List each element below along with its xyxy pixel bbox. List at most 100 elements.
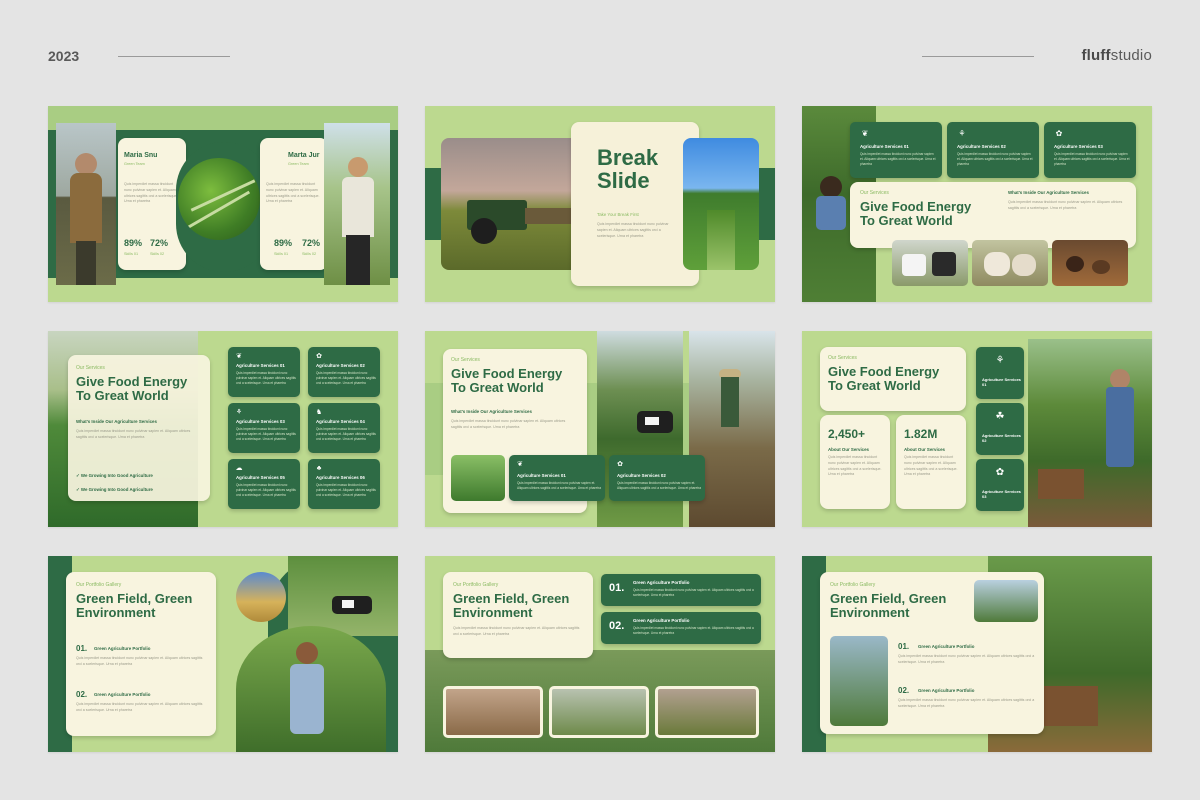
service-text: Quis imperdiet massa tincidunt nunc pulv… xyxy=(1054,152,1130,167)
item-text: Quis imperdiet massa tincidunt nunc pulv… xyxy=(898,654,1035,664)
service-card-01[interactable]: ❦ Agriculture Services 01 Quis imperdiet m… xyxy=(509,455,605,501)
section-tag: Our Portfolio Gallery xyxy=(830,582,876,588)
item-text: Quis imperdiet massa tincidunt nunc pulv… xyxy=(633,626,754,636)
services-text: Quis imperdiet massa tincidunt nunc pulv… xyxy=(1008,200,1123,210)
portfolio-title: Green Field, Green Environment xyxy=(830,591,947,620)
service-tile-3[interactable]: ✿ Agriculture Services 03 xyxy=(976,459,1024,511)
slide-team[interactable]: Maria Snu Green Team Quis imperdiet mass… xyxy=(48,106,398,302)
stat-number: 1.82M xyxy=(904,427,938,441)
slide-services-b[interactable]: Our Services Give Food Energy To Great Wo… xyxy=(48,331,398,527)
check-item: ✓ We Growing Into Good Agriculture xyxy=(76,473,153,478)
slide-services-a[interactable]: ❦ Agriculture Services 01 Quis imperdiet… xyxy=(802,106,1152,302)
service-card-05[interactable]: ☁ Agriculture Services 05 Quis imperdiet m… xyxy=(228,459,300,509)
page-header: 2023 fluffstudio xyxy=(0,0,1200,100)
service-card-06[interactable]: ♣ Agriculture Services 06 Quis imperdiet m… xyxy=(308,459,380,509)
team-card-right: Marta Jur Green Team Quis imperdiet mass… xyxy=(260,138,328,270)
break-text: Quis imperdiet massa tincidunt nunc pulv… xyxy=(597,222,669,238)
services-subheading: What's Inside Our Agriculture Services xyxy=(1008,190,1089,195)
item-number: 02. xyxy=(76,690,88,699)
slide-portfolio-b[interactable]: Our Portfolio Gallery Green Field, Green… xyxy=(425,556,775,752)
slide-services-c[interactable]: Our Services Give Food Energy To Great Wo… xyxy=(425,331,775,527)
plant-icon: ✿ xyxy=(617,461,623,468)
service-text: Quis imperdiet massa tincidunt nunc pulv… xyxy=(517,481,601,491)
member-name: Maria Snu xyxy=(124,152,158,159)
service-title: Agriculture Services 01 xyxy=(982,377,1021,387)
service-text: Quis imperdiet massa tincidunt nunc pulv… xyxy=(316,483,376,498)
tractor-small-photo xyxy=(655,686,759,738)
portfolio-text: Quis imperdiet massa tincidunt nunc pulv… xyxy=(453,626,580,636)
farmer-field-photo xyxy=(830,636,888,726)
service-title: Agriculture Services 01 xyxy=(236,363,285,368)
service-text: Quis imperdiet massa tincidunt nunc pulv… xyxy=(236,427,296,442)
portfolio-title: Green Field, Green Environment xyxy=(453,591,570,620)
forest-photo xyxy=(974,580,1038,622)
service-title: Agriculture Services 01 xyxy=(517,473,566,478)
portfolio-item-01[interactable]: 01. Green Agriculture Portfolio Quis imp… xyxy=(601,574,761,606)
leaf-icon: ❦ xyxy=(517,461,523,468)
plant-icon: ✿ xyxy=(1055,128,1063,138)
service-card-03[interactable]: ✿ Agriculture Services 03 Quis imperdiet… xyxy=(1044,122,1136,178)
leaf-icon: ❦ xyxy=(236,353,242,360)
slide-stats[interactable]: Our Services Give Food Energy To Great Wo… xyxy=(802,331,1152,527)
service-card-02[interactable]: ✿ Agriculture Services 02 Quis imperdiet m… xyxy=(308,347,380,397)
slide-break[interactable]: Break Slide Take Your Break First Quis im… xyxy=(425,106,775,302)
break-title: Break Slide xyxy=(597,145,659,194)
hand-plant-icon: ☘ xyxy=(995,410,1005,422)
service-title: Agriculture Services 03 xyxy=(1054,144,1103,149)
stat-label: About Our Services xyxy=(828,447,869,452)
portfolio-title: Green Field, Green Environment xyxy=(76,591,193,620)
break-tagline: Take Your Break First xyxy=(597,212,639,217)
section-tag: Our Portfolio Gallery xyxy=(76,582,122,588)
member-name: Marta Jur xyxy=(288,152,320,159)
service-card-03[interactable]: ⚘ Agriculture Services 03 Quis imperdiet m… xyxy=(228,403,300,453)
plant-icon: ✿ xyxy=(316,353,322,360)
leaf-icon: ❦ xyxy=(861,128,869,138)
service-title: Agriculture Services 06 xyxy=(316,475,365,480)
service-text: Quis imperdiet massa tincidunt nunc pulv… xyxy=(316,427,376,442)
item-title: Green Agriculture Portfolio xyxy=(94,646,151,651)
services-text: Quis imperdiet massa tincidunt nunc pulv… xyxy=(76,429,191,439)
service-card-02[interactable]: ✿ Agriculture Services 02 Quis imperdiet m… xyxy=(609,455,705,501)
cow-icon: ♞ xyxy=(315,409,323,416)
sprout-icon: ⚘ xyxy=(995,354,1005,366)
skill-stat-a: 89% xyxy=(124,238,143,248)
services-subheading: What's Inside Our Agriculture Services xyxy=(76,419,157,424)
member-bio: Quis imperdiet massa tincidunt nunc pulv… xyxy=(266,182,320,204)
sprout-icon: ⚘ xyxy=(958,128,966,138)
sheep-icon: ☁ xyxy=(235,465,243,472)
stat-label: About Our Services xyxy=(904,447,945,452)
skill-label: Skills 02 xyxy=(302,252,317,256)
item-number: 01. xyxy=(898,642,910,651)
service-text: Quis imperdiet massa tincidunt nunc pulv… xyxy=(316,371,376,386)
service-card-04[interactable]: ♞ Agriculture Services 04 Quis imperdiet m… xyxy=(308,403,380,453)
service-tile-2[interactable]: ☘ Agriculture Services 02 xyxy=(976,403,1024,455)
item-number: 01. xyxy=(76,644,88,653)
service-text: Quis imperdiet massa tincidunt nunc pulv… xyxy=(236,483,296,498)
section-tag: Our Services xyxy=(76,365,105,371)
service-card-01[interactable]: ❦ Agriculture Services 01 Quis imperdiet… xyxy=(850,122,942,178)
item-title: Green Agriculture Portfolio xyxy=(94,692,151,697)
slide-portfolio-c[interactable]: Our Portfolio Gallery Green Field, Green… xyxy=(802,556,1152,752)
item-title: Green Agriculture Portfolio xyxy=(633,618,690,623)
item-number: 01. xyxy=(609,582,625,594)
item-title: Green Agriculture Portfolio xyxy=(918,688,975,693)
skill-label: Skills 01 xyxy=(124,252,139,256)
service-title: Agriculture Services 02 xyxy=(982,433,1021,443)
member-bio: Quis imperdiet massa tincidunt nunc pulv… xyxy=(124,182,178,204)
portfolio-card: Our Portfolio Gallery Green Field, Green… xyxy=(820,572,1044,734)
portfolio-item-02[interactable]: 02. Green Agriculture Portfolio Quis imp… xyxy=(601,612,761,644)
slide-portfolio-a[interactable]: Our Portfolio Gallery Green Field, Green… xyxy=(48,556,398,752)
service-card-02[interactable]: ⚘ Agriculture Services 02 Quis imperdiet… xyxy=(947,122,1039,178)
services-title: Give Food Energy To Great World xyxy=(76,374,188,403)
field-path-photo xyxy=(683,138,759,270)
skill-label: Skills 01 xyxy=(274,252,289,256)
service-tile-1[interactable]: ⚘ Agriculture Services 01 xyxy=(976,347,1024,399)
girl-field-photo xyxy=(451,455,505,501)
item-number: 02. xyxy=(609,620,625,632)
item-title: Green Agriculture Portfolio xyxy=(918,644,975,649)
header-divider-left xyxy=(118,56,230,57)
skill-stat-b: 72% xyxy=(150,238,169,248)
service-card-01[interactable]: ❦ Agriculture Services 01 Quis imperdiet m… xyxy=(228,347,300,397)
team-photo-left xyxy=(56,123,116,285)
tulip-icon: ✿ xyxy=(995,466,1005,478)
